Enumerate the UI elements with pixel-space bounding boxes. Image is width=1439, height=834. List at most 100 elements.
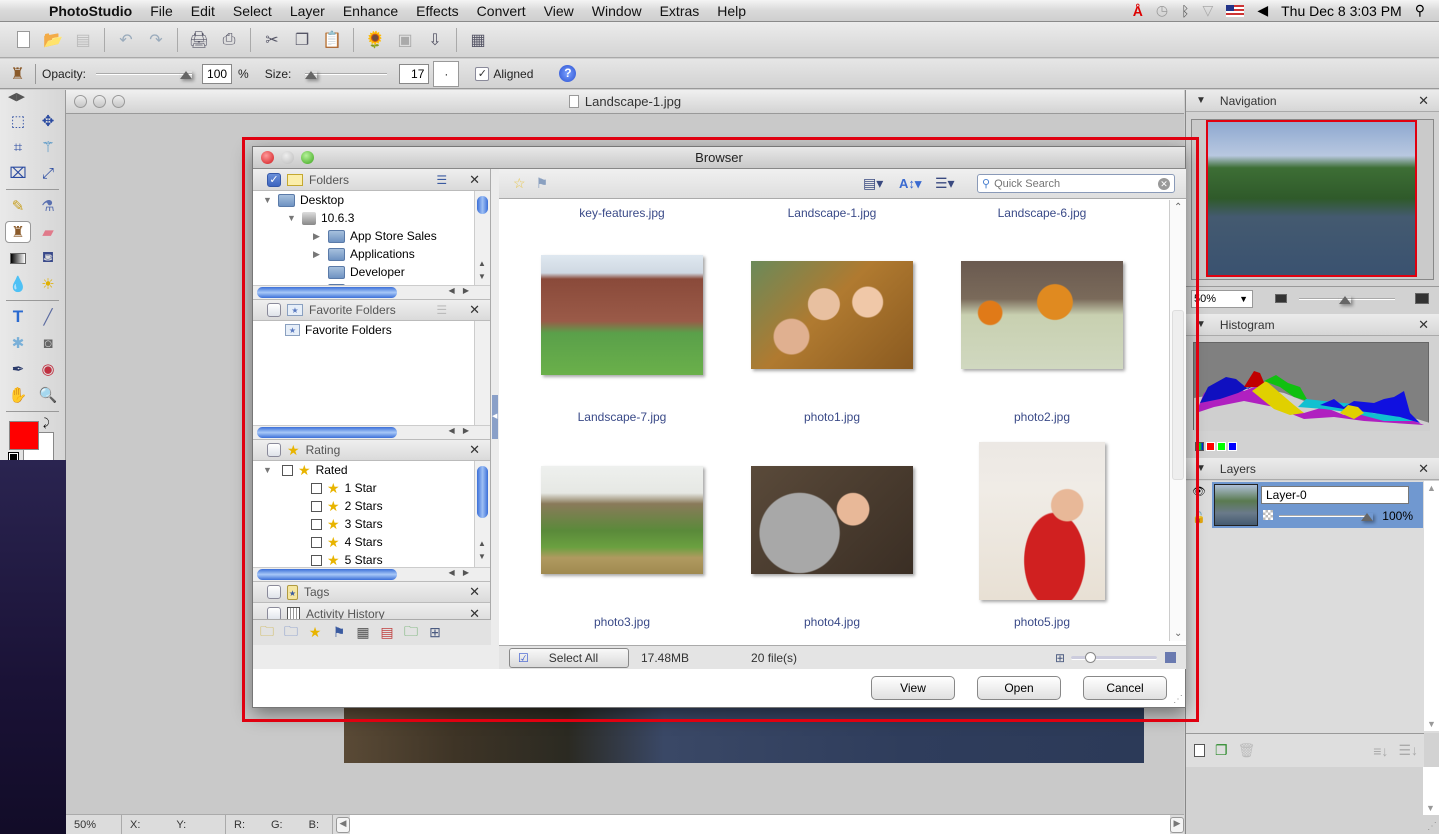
collapse-triangle-icon[interactable]: ▼ [1196, 95, 1206, 106]
image-canvas[interactable] [344, 705, 1144, 763]
rating-checkbox[interactable] [311, 500, 322, 512]
menu-app[interactable]: PhotoStudio [40, 3, 141, 19]
spotlight-search-icon[interactable]: ⚲ [1415, 2, 1425, 19]
tree-item-desktop[interactable]: ▼ Desktop [253, 191, 490, 209]
rating-section-header[interactable]: ★ Rating ✕ [253, 439, 490, 461]
move-tool-icon[interactable]: ✥ [35, 110, 61, 132]
time-machine-icon[interactable]: ◷ [1156, 2, 1168, 19]
close-navigation-icon[interactable]: ✕ [1418, 93, 1429, 109]
scroll-up-icon[interactable]: ▲ [1427, 483, 1436, 493]
tree-item-volume[interactable]: ▼ 10.6.3 [253, 209, 490, 227]
print-icon[interactable]: ⎙ [216, 27, 242, 53]
file-item[interactable]: Landscape-7.jpg [517, 410, 727, 424]
navigation-zoom-slider[interactable] [1299, 295, 1395, 304]
rating-item-1[interactable]: ★ 1 Star [253, 479, 490, 497]
folder-tree-vscroll[interactable]: ▲ ▼ [474, 191, 490, 285]
rating-item-3[interactable]: ★ 3 Stars [253, 515, 490, 533]
tree-item-applications[interactable]: ▶ Applications [253, 245, 490, 263]
paste-icon[interactable]: 📋 [319, 27, 345, 53]
brush-preview[interactable]: · [433, 60, 460, 87]
minimize-window-button[interactable] [93, 95, 106, 108]
view-button[interactable]: View [871, 676, 955, 700]
file-item[interactable]: photo5.jpg [937, 615, 1147, 629]
slider-thumb[interactable] [1085, 651, 1096, 663]
flatten-icon[interactable]: ☰↓ [1398, 742, 1418, 759]
navigation-panel-header[interactable]: ▼ Navigation ✕ [1186, 90, 1439, 112]
zoom-tool-icon[interactable]: 🔍 [35, 384, 61, 406]
menu-select[interactable]: Select [224, 3, 281, 19]
lasso-tool-icon[interactable]: ⌗ [5, 136, 31, 158]
input-language-flag-icon[interactable] [1226, 4, 1245, 17]
expand-triangle-icon[interactable]: ▶ [313, 249, 323, 260]
layer-row[interactable]: 100% [1212, 482, 1423, 528]
menu-convert[interactable]: Convert [468, 3, 535, 19]
new-layer-icon[interactable] [1194, 744, 1205, 757]
list-options-icon[interactable]: ☰ [436, 303, 447, 317]
transform-tool-icon[interactable]: ⤢ [35, 162, 61, 184]
close-rating-icon[interactable]: ✕ [469, 442, 480, 458]
zoom-window-button[interactable] [112, 95, 125, 108]
resize-grip-icon[interactable]: ⋰ [1173, 694, 1183, 705]
add-folder-icon[interactable]: 🗀 [401, 623, 421, 643]
menu-effects[interactable]: Effects [407, 3, 468, 19]
show-activity-icon[interactable]: ▦ [353, 623, 373, 643]
view-mode-icon[interactable]: ▤▾ [863, 175, 883, 192]
size-field[interactable] [399, 63, 430, 84]
enhance-icon[interactable]: 🌻 [362, 27, 388, 53]
close-layers-icon[interactable]: ✕ [1418, 461, 1429, 477]
blur-tool-icon[interactable]: 💧 [5, 273, 31, 295]
volume-icon[interactable]: ◀ [1257, 2, 1268, 19]
favorites-item[interactable]: ★ Favorite Folders [253, 321, 490, 339]
rated-checkbox[interactable] [282, 464, 293, 476]
expand-triangle-icon[interactable]: ▼ [287, 213, 297, 223]
thumbnail-size-slider[interactable] [1071, 651, 1157, 663]
cut-icon[interactable]: ✂ [259, 27, 285, 53]
airbrush-tool-icon[interactable]: ⚗ [35, 195, 61, 217]
marquee-tool-icon[interactable]: ⬚ [5, 110, 31, 132]
eraser-tool-icon[interactable]: ▰ [35, 221, 61, 243]
menu-file[interactable]: File [141, 3, 182, 19]
tag-filter-icon[interactable]: ⚑ [536, 175, 549, 192]
sort-icon[interactable]: A↕▾ [899, 176, 921, 192]
panels-vscroll[interactable]: ▼ [1423, 767, 1439, 815]
expand-triangle-icon[interactable]: ▼ [263, 195, 273, 205]
scroll-arrows-icon[interactable]: ▲ ▼ [478, 537, 486, 563]
shape-tool-icon[interactable]: ✱ [5, 332, 31, 354]
paint-bucket-icon[interactable]: ⛾ [35, 247, 61, 269]
select-all-button[interactable]: ☑ Select All [509, 647, 629, 668]
menu-enhance[interactable]: Enhance [334, 3, 407, 19]
show-favorites-icon[interactable]: 🗀 [281, 623, 301, 643]
tags-section-header[interactable]: ★ Tags ✕ [253, 581, 490, 603]
browser-title-bar[interactable]: Browser [253, 147, 1185, 169]
collapse-tools-icon[interactable]: ◀▶ [0, 90, 65, 110]
rating-filter-icon[interactable]: ☆ [513, 175, 526, 192]
tree-item-app-store-sales[interactable]: ▶ App Store Sales [253, 227, 490, 245]
gradient-tool-icon[interactable] [5, 247, 31, 269]
rating-checkbox[interactable] [267, 443, 281, 457]
adobe-status-icon[interactable]: Å [1133, 3, 1143, 19]
grid-label[interactable]: Landscape-6.jpg [937, 206, 1147, 220]
menu-view[interactable]: View [535, 3, 583, 19]
close-favorites-icon[interactable]: ✕ [469, 302, 480, 318]
tags-checkbox[interactable] [267, 585, 281, 599]
rating-item-4[interactable]: ★ 4 Stars [253, 533, 490, 551]
thumbnail-photo5[interactable] [979, 442, 1105, 600]
pencil-tool-icon[interactable]: ✎ [5, 195, 31, 217]
small-thumbnails-icon[interactable]: ⊞ [1055, 651, 1065, 665]
zoom-out-icon[interactable] [1275, 294, 1287, 303]
line-tool-icon[interactable]: ╱ [35, 306, 61, 328]
help-icon[interactable]: ? [559, 65, 577, 82]
swap-colors-icon[interactable]: ⤸ [43, 417, 50, 430]
red-eye-frame-icon[interactable]: ◙ [35, 332, 61, 354]
rating-vscroll[interactable]: ▲ ▼ [474, 461, 490, 567]
new-icon[interactable] [10, 27, 36, 53]
favorites-hscroll[interactable]: ◀ ▶ [253, 425, 490, 439]
clock[interactable]: Thu Dec 8 3:03 PM [1281, 3, 1402, 19]
favorites-vscroll[interactable] [474, 321, 490, 425]
scroll-arrows-icon[interactable]: ◀ ▶ [448, 568, 472, 577]
slider-thumb[interactable] [305, 70, 318, 79]
menu-window[interactable]: Window [583, 3, 651, 19]
rating-checkbox[interactable] [311, 482, 322, 494]
folder-tree-hscroll[interactable]: ◀ ▶ [253, 285, 490, 299]
show-folders-icon[interactable]: 🗀 [257, 623, 277, 643]
